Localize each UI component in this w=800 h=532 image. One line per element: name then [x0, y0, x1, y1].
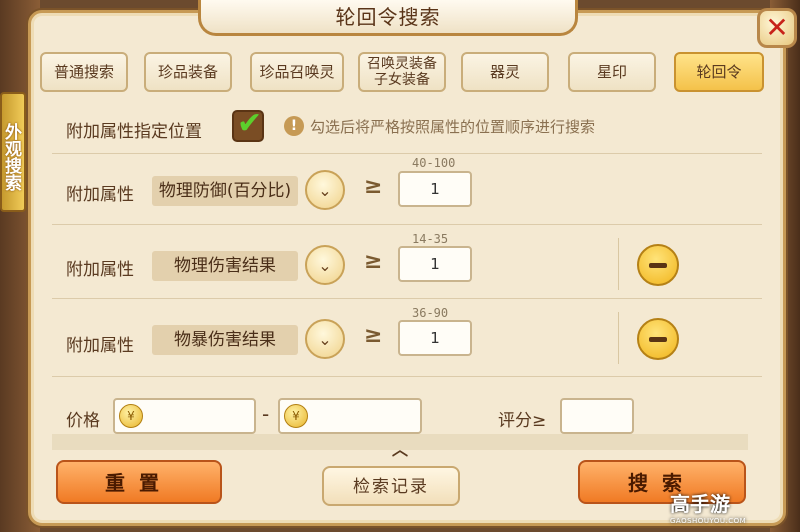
watermark-url: GAOSHOUYOU.COM	[670, 517, 747, 525]
tab-rare-equipment[interactable]: 珍品装备	[144, 52, 232, 92]
price-dash: -	[262, 402, 270, 426]
remove-attribute-button[interactable]	[637, 318, 679, 360]
score-input[interactable]	[560, 398, 634, 434]
attribute-value-input[interactable]: 1	[398, 171, 472, 207]
tab-star-seal[interactable]: 星印	[568, 52, 656, 92]
close-button[interactable]: ✕	[757, 8, 797, 48]
chevron-down-icon[interactable]: ⌄	[305, 245, 345, 285]
attribute-value-input[interactable]: 1	[398, 320, 472, 356]
remove-attribute-button[interactable]	[637, 244, 679, 286]
value-range: 36-90	[412, 306, 449, 320]
attribute-label: 附加属性	[66, 336, 134, 356]
position-checkbox[interactable]: ✔	[232, 106, 264, 142]
divider	[52, 224, 762, 225]
reset-button[interactable]: 重置	[56, 460, 222, 504]
position-hint: 勾选后将严格按照属性的位置顺序进行搜索	[310, 118, 596, 136]
watermark-text: 高手游	[670, 492, 730, 516]
history-button[interactable]: 检索记录	[322, 466, 460, 506]
score-label: 评分≥	[498, 411, 547, 431]
divider	[52, 376, 762, 377]
info-icon: !	[284, 116, 304, 136]
tab-normal-search[interactable]: 普通搜索	[40, 52, 128, 92]
checkmark-icon: ✔	[237, 106, 263, 141]
attribute-select[interactable]: 物理伤害结果	[152, 251, 298, 281]
tab-summon-equipment[interactable]: 召唤灵装备 子女装备	[358, 52, 446, 92]
price-label: 价格	[66, 411, 100, 431]
tab-artifact-spirit[interactable]: 器灵	[461, 52, 549, 92]
coin-icon: ¥	[119, 404, 143, 428]
ge-symbol: ≥	[364, 249, 383, 274]
separator	[618, 312, 619, 364]
chevron-down-icon[interactable]: ⌄	[305, 319, 345, 359]
divider	[52, 298, 762, 299]
attribute-select[interactable]: 物暴伤害结果	[152, 325, 298, 355]
side-tab-appearance-search[interactable]: 外观搜索	[0, 92, 26, 212]
divider	[52, 153, 762, 154]
tab-rare-summon[interactable]: 珍品召唤灵	[250, 52, 344, 92]
attribute-label: 附加属性	[66, 185, 134, 205]
value-range: 40-100	[412, 156, 456, 170]
attribute-label: 附加属性	[66, 260, 134, 280]
coin-icon: ¥	[284, 404, 308, 428]
tab-samsara-token[interactable]: 轮回令	[674, 52, 764, 92]
tab-bar: 普通搜索 珍品装备 珍品召唤灵 召唤灵装备 子女装备 器灵 星印 轮回令	[40, 52, 770, 96]
attribute-select[interactable]: 物理防御(百分比)	[152, 176, 298, 206]
close-icon: ✕	[765, 11, 789, 44]
ge-symbol: ≥	[364, 323, 383, 348]
position-option-label: 附加属性指定位置	[66, 122, 202, 142]
attribute-value-input[interactable]: 1	[398, 246, 472, 282]
window-title: 轮回令搜索	[198, 0, 578, 36]
separator	[618, 238, 619, 290]
chevron-down-icon[interactable]: ⌄	[305, 170, 345, 210]
ge-symbol: ≥	[364, 174, 383, 199]
watermark: 高手游 GAOSHOUYOU.COM	[670, 488, 800, 532]
chevron-up-icon[interactable]: ︿	[392, 436, 408, 460]
value-range: 14-35	[412, 232, 449, 246]
